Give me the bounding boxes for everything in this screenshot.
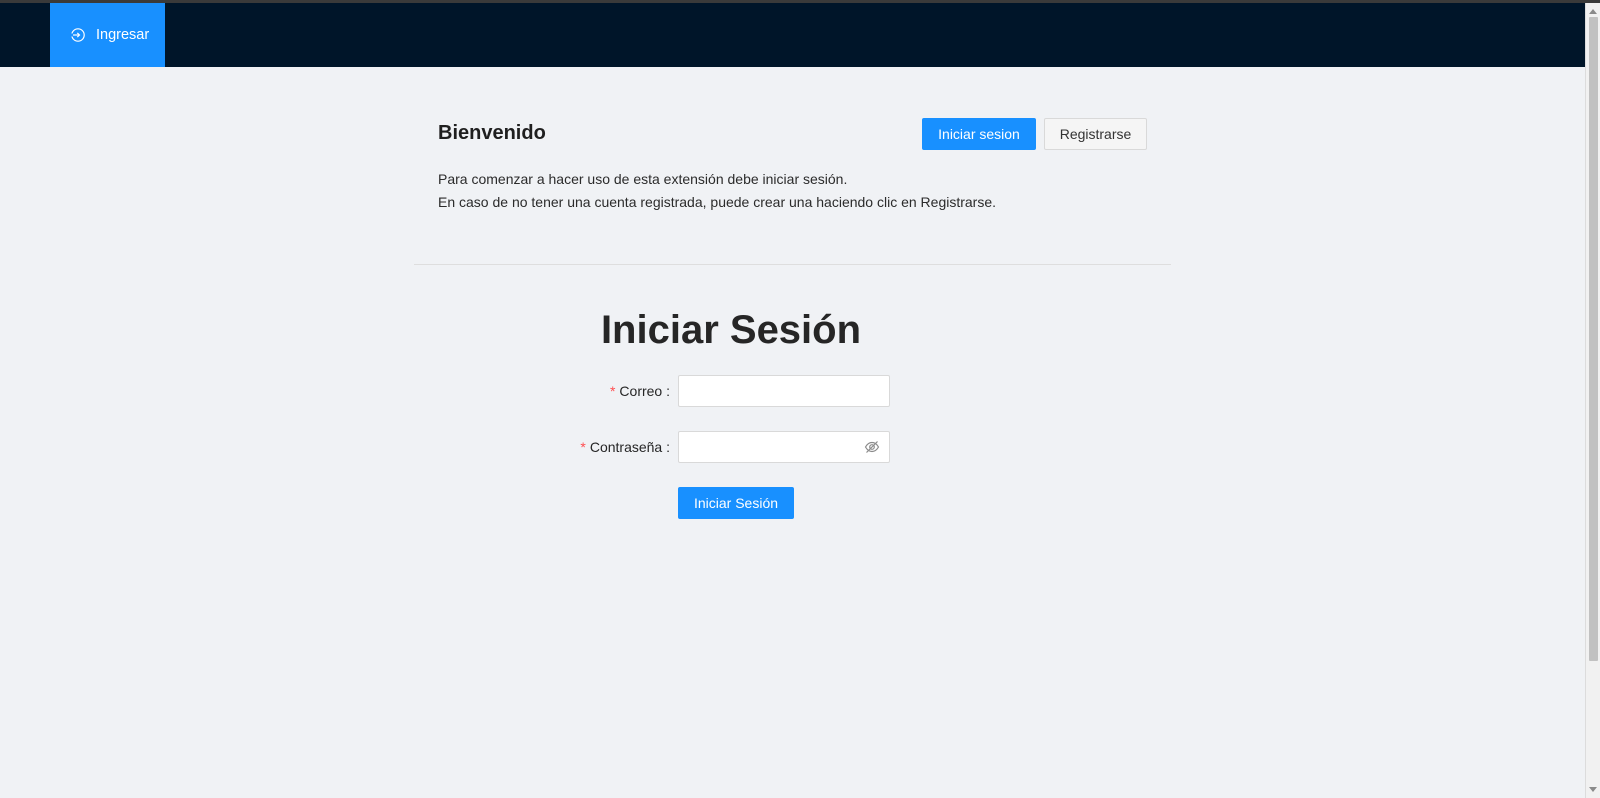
welcome-line-2: En caso de no tener una cuenta registrad…	[438, 193, 997, 210]
eye-invisible-icon[interactable]	[864, 440, 880, 454]
password-label: * Contraseña :	[580, 439, 670, 455]
required-mark: *	[609, 383, 616, 399]
email-label: * Correo :	[609, 383, 670, 399]
scroll-down-arrow-icon[interactable]	[1589, 787, 1597, 792]
login-icon	[70, 27, 86, 43]
scrollbar-thumb[interactable]	[1589, 17, 1598, 661]
page-scrollbar[interactable]	[1585, 3, 1600, 798]
register-button[interactable]: Registrarse	[1044, 118, 1147, 150]
email-label-text: Correo	[619, 383, 663, 399]
password-label-text: Contraseña	[589, 439, 663, 455]
login-form-title: Iniciar Sesión	[600, 308, 862, 352]
welcome-line-1: Para comenzar a hacer uso de esta extens…	[438, 171, 848, 187]
required-mark: *	[580, 439, 586, 455]
email-field[interactable]	[678, 375, 890, 407]
welcome-description: Para comenzar a hacer uso de esta extens…	[438, 168, 996, 213]
nav-item-label: Ingresar	[96, 27, 150, 43]
welcome-title: Bienvenido	[438, 122, 546, 144]
scroll-up-arrow-icon[interactable]	[1589, 9, 1597, 14]
submit-login-button[interactable]: Iniciar Sesión	[678, 487, 794, 519]
password-field[interactable]	[678, 431, 890, 463]
section-divider	[414, 264, 1171, 265]
login-tab-button[interactable]: Iniciar sesion	[922, 118, 1036, 150]
top-navbar: Ingresar	[0, 3, 1585, 67]
nav-item-ingresar[interactable]: Ingresar	[50, 3, 165, 67]
